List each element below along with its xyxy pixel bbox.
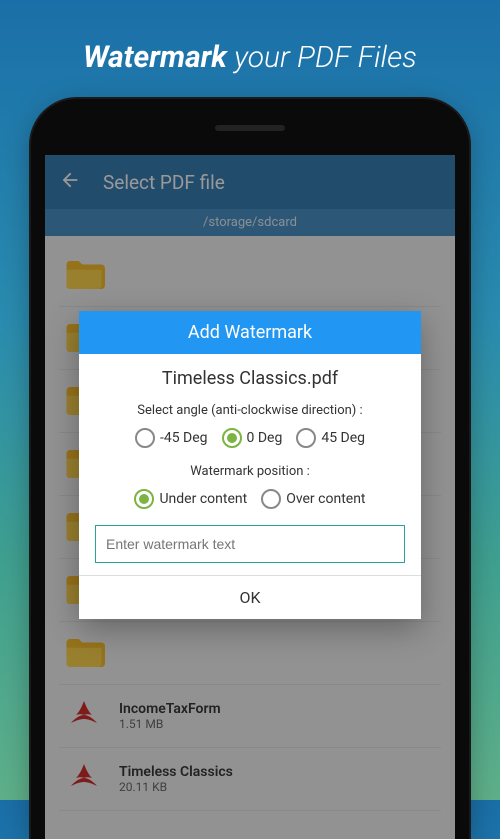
promo-bold: Watermark — [83, 40, 227, 75]
position-radio-group: Under content Over content — [95, 489, 405, 509]
watermark-text-input[interactable] — [95, 525, 405, 563]
radio-icon — [135, 428, 155, 448]
radio-icon — [296, 428, 316, 448]
phone-speaker — [215, 125, 285, 131]
radio-label: 45 Deg — [321, 430, 365, 446]
radio-icon — [134, 489, 154, 509]
angle-neg45-radio[interactable]: -45 Deg — [135, 428, 208, 448]
promo-title: Watermark your PDF Files — [0, 0, 500, 99]
position-over-radio[interactable]: Over content — [261, 489, 365, 509]
radio-label: -45 Deg — [160, 430, 208, 446]
radio-icon — [222, 428, 242, 448]
ok-button[interactable]: OK — [79, 575, 421, 619]
radio-label: Over content — [286, 491, 365, 507]
angle-label: Select angle (anti-clockwise direction) … — [95, 403, 405, 418]
position-label: Watermark position : — [95, 464, 405, 479]
promo-rest: your PDF Files — [227, 40, 417, 75]
dialog-filename: Timeless Classics.pdf — [95, 368, 405, 389]
add-watermark-dialog: Add Watermark Timeless Classics.pdf Sele… — [79, 311, 421, 619]
radio-label: Under content — [159, 491, 247, 507]
app-screen: Select PDF file /storage/sdcard — [45, 155, 455, 839]
dialog-body: Timeless Classics.pdf Select angle (anti… — [79, 354, 421, 575]
position-under-radio[interactable]: Under content — [134, 489, 247, 509]
phone-frame: Select PDF file /storage/sdcard — [31, 99, 469, 839]
radio-icon — [261, 489, 281, 509]
angle-0-radio[interactable]: 0 Deg — [222, 428, 283, 448]
angle-45-radio[interactable]: 45 Deg — [296, 428, 365, 448]
radio-label: 0 Deg — [247, 430, 283, 446]
angle-radio-group: -45 Deg 0 Deg 45 Deg — [95, 428, 405, 448]
dialog-title: Add Watermark — [79, 311, 421, 354]
